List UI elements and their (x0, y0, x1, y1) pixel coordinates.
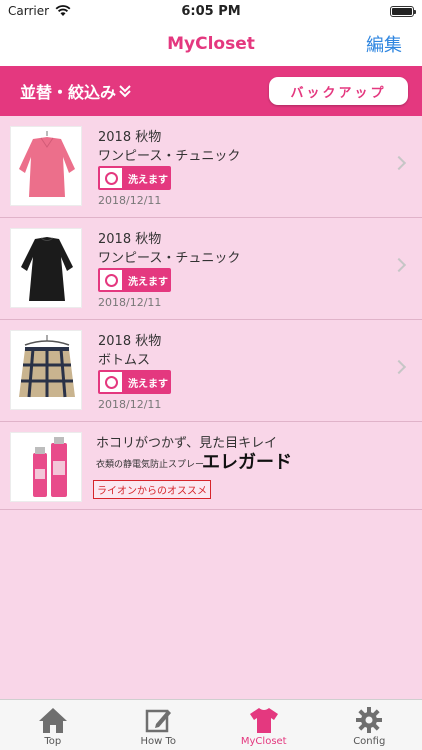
spray-can-image (33, 437, 67, 497)
circle-icon (100, 168, 122, 188)
item-category: ワンピース・チュニック (98, 251, 241, 266)
item-thumbnail (10, 330, 82, 410)
sort-filter-button[interactable]: 並替・絞込み (20, 79, 132, 103)
item-date: 2018/12/11 (98, 398, 162, 411)
washable-label: 洗えます (128, 276, 168, 288)
double-chevron-down-icon (119, 85, 131, 98)
washable-badge: 洗えます (98, 166, 171, 190)
washable-badge: 洗えます (98, 268, 171, 292)
ad-subtitle: 衣類の静電気防止スプレー (96, 460, 205, 470)
washable-label: 洗えます (128, 174, 168, 186)
item-date: 2018/12/11 (98, 194, 162, 207)
item-date: 2018/12/11 (98, 296, 162, 309)
clock: 6:05 PM (181, 3, 241, 19)
washable-label: 洗えます (128, 378, 168, 390)
tab-label: Config (353, 736, 386, 747)
pink-tunic-image (19, 131, 75, 197)
tab-label: How To (140, 736, 177, 747)
item-category: ワンピース・チュニック (98, 149, 241, 164)
tab-mycloset[interactable]: MyCloset (211, 700, 317, 750)
status-bar: Carrier 6:05 PM (0, 0, 422, 22)
list-item[interactable]: 2018 秋物 ワンピース・チュニック 洗えます 2018/12/11 (0, 218, 422, 320)
sort-filter-label: 並替・絞込み (20, 83, 117, 102)
tab-config[interactable]: Config (317, 700, 422, 750)
item-thumbnail (10, 126, 82, 206)
black-dress-image (21, 237, 73, 301)
item-thumbnail (10, 228, 82, 308)
chevron-right-icon (391, 359, 407, 375)
gear-icon (356, 707, 383, 733)
washable-badge: 洗えます (98, 370, 171, 394)
recommendation-ad[interactable]: ホコリがつかず、見た目キレイ 衣類の静電気防止スプレー エレガード ライオンから… (0, 422, 422, 510)
page-title: MyCloset (167, 34, 255, 54)
edit-button[interactable]: 編集 (366, 31, 402, 57)
tab-top[interactable]: Top (0, 700, 106, 750)
item-category: ボトムス (98, 353, 151, 368)
house-icon (38, 708, 67, 733)
circle-icon (100, 270, 122, 290)
item-season: 2018 秋物 (98, 334, 162, 349)
tshirt-icon (249, 708, 278, 733)
list-item[interactable]: 2018 秋物 ボトムス 洗えます 2018/12/11 (0, 320, 422, 422)
backup-button[interactable]: バックアップ (269, 77, 408, 105)
filter-bar: 並替・絞込み バックアップ (0, 66, 422, 116)
chevron-right-icon (391, 257, 407, 273)
closet-list: 2018 秋物 ワンピース・チュニック 洗えます 2018/12/11 2018… (0, 116, 422, 510)
battery-icon (390, 5, 416, 17)
plaid-skirt-image (19, 335, 75, 398)
chevron-right-icon (391, 155, 407, 171)
navigation-bar: MyCloset 編集 (0, 22, 422, 66)
tab-how-to[interactable]: How To (106, 700, 212, 750)
circle-icon (100, 372, 122, 392)
ad-tag: ライオンからのオススメ (93, 480, 211, 499)
tab-label: Top (44, 736, 62, 747)
item-season: 2018 秋物 (98, 130, 162, 145)
pencil-note-icon (146, 709, 172, 733)
item-season: 2018 秋物 (98, 232, 162, 247)
ad-brand: エレガード (202, 452, 292, 473)
tab-bar: Top How To MyCloset Config (0, 699, 422, 750)
list-item[interactable]: 2018 秋物 ワンピース・チュニック 洗えます 2018/12/11 (0, 116, 422, 218)
ad-thumbnail (10, 432, 82, 502)
tab-label: MyCloset (240, 736, 287, 747)
